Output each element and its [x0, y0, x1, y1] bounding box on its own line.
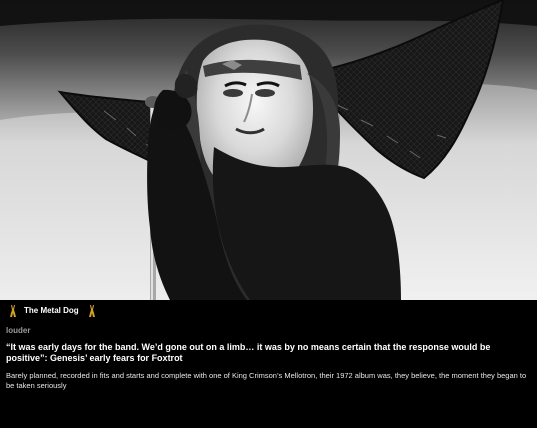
source-name[interactable]: The Metal Dog	[24, 307, 79, 315]
news-card[interactable]: The Metal Dog louder “It was early days …	[0, 0, 537, 428]
metal-horns-icon	[87, 304, 97, 318]
performer-photo	[0, 0, 537, 300]
article-description: Barely planned, recorded in fits and sta…	[6, 371, 527, 390]
publisher-label[interactable]: louder	[6, 326, 531, 336]
hero-image[interactable]	[0, 0, 537, 300]
article-headline[interactable]: “It was early days for the band. We’d go…	[6, 342, 531, 364]
metal-horns-icon	[8, 304, 18, 318]
source-bar[interactable]: The Metal Dog	[0, 300, 537, 322]
article-content[interactable]: louder “It was early days for the band. …	[0, 322, 537, 428]
